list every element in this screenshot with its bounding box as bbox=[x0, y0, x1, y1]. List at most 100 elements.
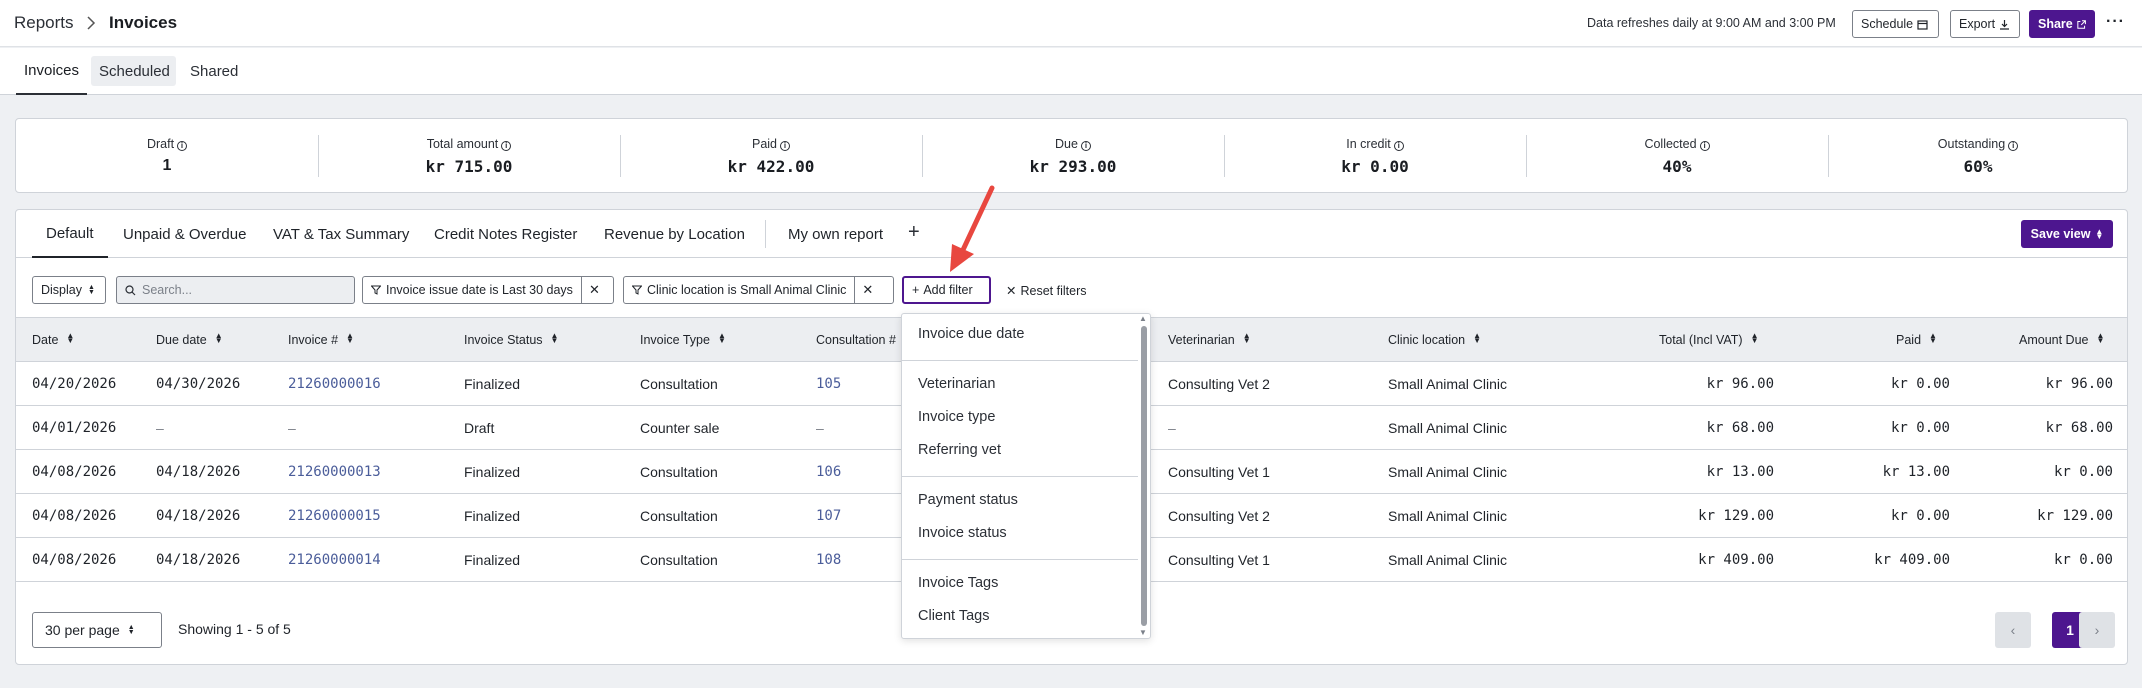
info-icon[interactable]: i bbox=[501, 141, 512, 151]
column-header-veterinarian[interactable]: Veterinarian ▲ ▼ bbox=[1168, 331, 1251, 348]
search-input[interactable]: Search... bbox=[116, 276, 355, 304]
top-bar: Reports Invoices Data refreshes daily at… bbox=[0, 0, 2142, 47]
filter-chip-issue-date[interactable]: Invoice issue date is Last 30 days ✕ bbox=[362, 276, 614, 304]
sort-icon: ▲ ▼ bbox=[1929, 331, 1937, 345]
view-tab-revenue-by-location[interactable]: Revenue by Location bbox=[604, 210, 745, 258]
cell-status: Draft bbox=[464, 420, 495, 436]
invoice-link[interactable]: 21260000014 bbox=[288, 552, 381, 568]
info-icon[interactable]: i bbox=[780, 141, 791, 151]
previous-page-button[interactable]: ‹ bbox=[1995, 612, 2031, 648]
schedule-button[interactable]: Schedule bbox=[1852, 10, 1939, 38]
save-view-label: Save view bbox=[2030, 227, 2091, 241]
breadcrumb-reports[interactable]: Reports bbox=[14, 13, 74, 33]
cell-veterinarian: Consulting Vet 2 bbox=[1168, 508, 1270, 524]
column-header-due-date[interactable]: Due date ▲ ▼ bbox=[156, 331, 223, 348]
view-tab-vat-tax-summary[interactable]: VAT & Tax Summary bbox=[273, 210, 409, 258]
share-button[interactable]: Share bbox=[2029, 10, 2095, 38]
cell-status: Finalized bbox=[464, 552, 521, 568]
cell-amount-due: kr 0.00 bbox=[2053, 552, 2113, 568]
per-page-label: 30 per page bbox=[45, 622, 120, 638]
tab-scheduled[interactable]: Scheduled bbox=[91, 56, 176, 86]
column-header-invoice-status[interactable]: Invoice Status ▲ ▼ bbox=[464, 332, 558, 348]
tab-invoices[interactable]: Invoices bbox=[16, 48, 87, 95]
filter-option-client-tags[interactable]: Client Tags bbox=[918, 608, 989, 624]
consultation-link[interactable]: 108 bbox=[816, 552, 841, 568]
scroll-down-icon[interactable]: ▼ bbox=[1139, 628, 1147, 637]
cell-amount-due: kr 68.00 bbox=[2045, 420, 2113, 436]
per-page-select[interactable]: 30 per page ▲ ▼ bbox=[32, 612, 162, 648]
consultation-link[interactable]: 106 bbox=[816, 464, 841, 480]
view-tab-default[interactable]: Default bbox=[32, 210, 108, 258]
display-button[interactable]: Display ▲ ▼ bbox=[32, 276, 106, 304]
cell-due-date: 04/30/2026 bbox=[156, 376, 241, 392]
cell-veterinarian: Consulting Vet 1 bbox=[1168, 464, 1270, 480]
next-page-button[interactable]: › bbox=[2079, 612, 2115, 648]
cell-date: 04/08/2026 bbox=[32, 464, 117, 480]
cell-date: 04/08/2026 bbox=[32, 508, 117, 524]
column-header-date[interactable]: Date ▲ ▼ bbox=[32, 332, 74, 348]
stat-in-credit: In credit i kr 0.00 bbox=[1224, 119, 1526, 194]
stat-value: 60% bbox=[1963, 157, 1993, 176]
column-label: Paid bbox=[1896, 333, 1922, 347]
column-header-invoice-type[interactable]: Invoice Type ▲ ▼ bbox=[640, 332, 726, 348]
column-header-consultation-number[interactable]: Consultation # bbox=[816, 333, 896, 347]
cell-date: 04/20/2026 bbox=[32, 376, 117, 392]
stat-value: 40% bbox=[1662, 157, 1692, 176]
stat-value: 1 bbox=[162, 157, 172, 174]
more-options-icon[interactable]: ··· bbox=[2106, 13, 2125, 31]
add-filter-button[interactable]: + Add filter bbox=[902, 276, 991, 304]
cell-due-date: 04/18/2026 bbox=[156, 464, 241, 480]
consultation-link[interactable]: 105 bbox=[816, 376, 841, 392]
filter-option-invoice-type[interactable]: Invoice type bbox=[918, 409, 995, 425]
search-icon bbox=[125, 284, 136, 295]
filter-option-invoice-due-date[interactable]: Invoice due date bbox=[918, 326, 1024, 342]
filter-bar: Display ▲ ▼ Search... Invoice issue date … bbox=[16, 258, 2127, 318]
tab-shared[interactable]: Shared bbox=[182, 48, 246, 95]
stat-paid: Paid i kr 422.00 bbox=[620, 119, 922, 194]
sort-icon: ▲ ▼ bbox=[1242, 331, 1251, 345]
display-label: Display bbox=[41, 283, 82, 297]
dropdown-scrollbar[interactable] bbox=[1141, 326, 1147, 626]
info-icon[interactable]: i bbox=[1393, 141, 1404, 151]
stat-value: kr 715.00 bbox=[425, 157, 513, 176]
invoice-link[interactable]: 21260000016 bbox=[288, 376, 381, 392]
view-tab-unpaid-overdue[interactable]: Unpaid & Overdue bbox=[123, 210, 246, 258]
cell-type: Consultation bbox=[640, 508, 718, 524]
filter-option-payment-status[interactable]: Payment status bbox=[918, 492, 1018, 508]
close-icon[interactable]: ✕ bbox=[580, 277, 607, 303]
filter-option-referring-vet[interactable]: Referring vet bbox=[918, 442, 1001, 458]
scroll-up-icon[interactable]: ▲ bbox=[1139, 314, 1147, 323]
cell-consultation: – bbox=[816, 420, 824, 436]
close-icon[interactable]: ✕ bbox=[854, 277, 880, 303]
reset-filters-button[interactable]: ✕ Reset filters bbox=[1006, 283, 1086, 298]
stat-label: In credit bbox=[1346, 137, 1391, 151]
view-tab-my-own-report[interactable]: My own report bbox=[788, 210, 883, 258]
info-icon[interactable]: i bbox=[177, 141, 188, 151]
consultation-link[interactable]: 107 bbox=[816, 508, 841, 524]
column-header-paid[interactable]: Paid ▲ ▼ bbox=[1896, 331, 1937, 348]
save-view-button[interactable]: Save view ▲ ▼ bbox=[2021, 220, 2113, 248]
stat-label: Draft bbox=[146, 137, 175, 151]
column-header-clinic-location[interactable]: Clinic location ▲ ▼ bbox=[1388, 332, 1481, 348]
column-header-total[interactable]: Total (Incl VAT) ▲ ▼ bbox=[1659, 332, 1759, 348]
info-icon[interactable]: i bbox=[2008, 141, 2019, 151]
info-icon[interactable]: i bbox=[1080, 141, 1091, 151]
column-header-invoice-number[interactable]: Invoice # ▲ ▼ bbox=[288, 332, 354, 348]
filter-chip-clinic-location[interactable]: Clinic location is Small Animal Clinic ✕ bbox=[623, 276, 894, 304]
filter-option-invoice-tags[interactable]: Invoice Tags bbox=[918, 575, 998, 591]
invoice-link[interactable]: 21260000015 bbox=[288, 508, 381, 524]
invoice-link[interactable]: 21260000013 bbox=[288, 464, 381, 480]
annotation-arrow-icon bbox=[950, 185, 995, 272]
column-header-amount-due[interactable]: Amount Due ▲ ▼ bbox=[2019, 332, 2104, 348]
stat-label: Total amount bbox=[426, 137, 499, 151]
view-tab-credit-notes-register[interactable]: Credit Notes Register bbox=[434, 210, 577, 258]
sort-icon: ▲ ▼ bbox=[214, 331, 223, 345]
filter-option-invoice-status[interactable]: Invoice status bbox=[918, 525, 1007, 541]
info-icon[interactable]: i bbox=[1699, 141, 1710, 151]
cell-type: Consultation bbox=[640, 376, 718, 392]
export-button[interactable]: Export bbox=[1950, 10, 2020, 38]
add-view-icon[interactable]: + bbox=[908, 221, 920, 244]
filter-option-veterinarian[interactable]: Veterinarian bbox=[918, 376, 995, 392]
search-placeholder: Search... bbox=[142, 283, 193, 297]
filter-icon bbox=[632, 285, 642, 295]
